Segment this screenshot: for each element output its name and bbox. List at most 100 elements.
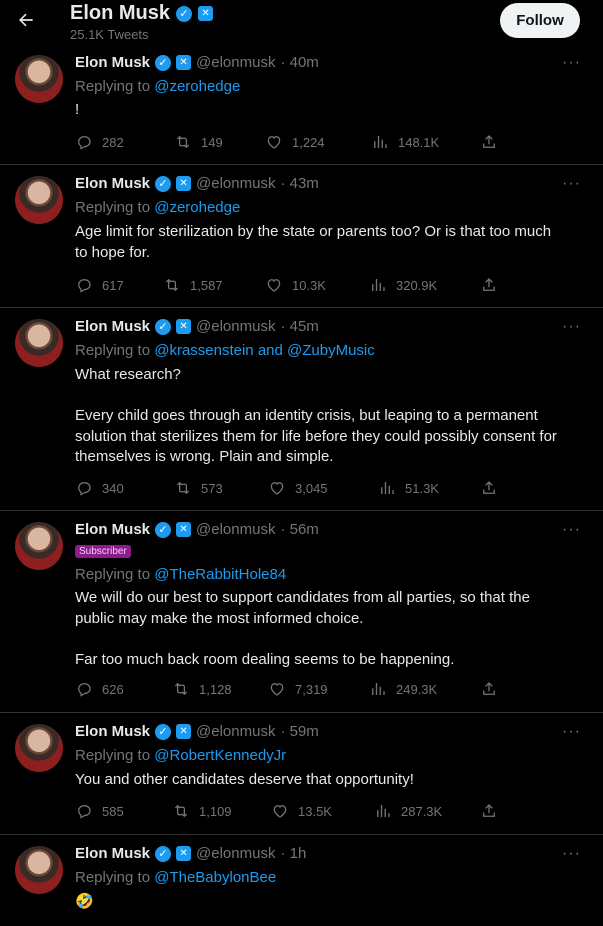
tweet-time[interactable]: · 43m xyxy=(280,175,318,192)
retweet-button[interactable]: 149 xyxy=(174,133,223,151)
avatar[interactable] xyxy=(15,522,63,570)
replying-to: Replying to @zerohedge xyxy=(75,78,240,95)
share-button[interactable] xyxy=(480,802,498,820)
author-handle[interactable]: @elonmusk xyxy=(196,723,275,740)
replying-to-link[interactable]: @zerohedge xyxy=(154,199,240,216)
heart-icon xyxy=(267,279,281,292)
retweet-count: 573 xyxy=(201,480,223,496)
replying-to: Replying to @zerohedge xyxy=(75,199,240,216)
author-name[interactable]: Elon Musk xyxy=(75,54,150,71)
replying-to-link[interactable]: @TheBabylonBee xyxy=(154,869,276,886)
tweet-meta: Elon Musk ✓ ✕ @elonmusk · 40m xyxy=(75,54,319,71)
like-count: 3,045 xyxy=(295,480,328,496)
arrow-left-icon[interactable] xyxy=(14,8,38,32)
author-handle[interactable]: @elonmusk xyxy=(196,54,275,71)
avatar[interactable] xyxy=(15,724,63,772)
share-button[interactable] xyxy=(480,276,498,294)
reply-icon xyxy=(78,482,91,496)
tweet-time[interactable]: · 56m xyxy=(280,521,318,538)
retweet-button[interactable]: 573 xyxy=(174,479,223,497)
more-icon[interactable]: ··· xyxy=(562,175,581,193)
views-button[interactable]: 51.3K xyxy=(378,479,439,497)
tweet-meta: Elon Musk ✓ ✕ @elonmusk · 45m xyxy=(75,318,319,335)
avatar[interactable] xyxy=(15,55,63,103)
views-button[interactable]: 148.1K xyxy=(371,133,439,151)
replying-to-link[interactable]: @zerohedge xyxy=(154,78,240,95)
views-button[interactable]: 287.3K xyxy=(374,802,442,820)
heart-icon xyxy=(267,136,281,149)
replying-to-link[interactable]: @TheRabbitHole84 xyxy=(154,566,286,583)
author-name[interactable]: Elon Musk xyxy=(75,175,150,192)
subscriber-badge: Subscriber xyxy=(75,545,131,558)
author-handle[interactable]: @elonmusk xyxy=(196,175,275,192)
like-count: 13.5K xyxy=(298,803,332,819)
tweet-text: We will do our best to support candidate… xyxy=(75,589,530,668)
retweet-button[interactable]: 1,128 xyxy=(172,680,232,698)
profile-title: Elon Musk ✓ ✕ xyxy=(70,2,214,25)
tweet-actions: 626 1,128 7,319 249.3K xyxy=(75,680,515,700)
tweet-time[interactable]: · 45m xyxy=(280,318,318,335)
tweet-text: Age limit for sterilization by the state… xyxy=(75,223,552,261)
like-button[interactable]: 10.3K xyxy=(265,276,326,294)
tweet-meta: Elon Musk ✓ ✕ @elonmusk · 43m xyxy=(75,175,319,192)
more-icon[interactable]: ··· xyxy=(562,521,581,539)
reply-button[interactable]: 617 xyxy=(75,276,124,294)
share-button[interactable] xyxy=(480,133,498,151)
reply-button[interactable]: 585 xyxy=(75,802,124,820)
reply-button[interactable]: 340 xyxy=(75,479,124,497)
author-name[interactable]: Elon Musk xyxy=(75,318,150,335)
like-button[interactable]: 13.5K xyxy=(271,802,332,820)
tweet[interactable]: Elon Musk ✓ ✕ @elonmusk · 56m ··· Subscr… xyxy=(0,511,603,713)
share-button[interactable] xyxy=(480,479,498,497)
tweet[interactable]: Elon Musk ✓ ✕ @elonmusk · 43m ··· Replyi… xyxy=(0,165,603,308)
author-name[interactable]: Elon Musk xyxy=(75,723,150,740)
more-icon[interactable]: ··· xyxy=(562,54,581,72)
replying-label: Replying to xyxy=(75,869,151,886)
author-handle[interactable]: @elonmusk xyxy=(196,318,275,335)
like-button[interactable]: 1,224 xyxy=(265,133,325,151)
author-handle[interactable]: @elonmusk xyxy=(196,845,275,862)
tweet[interactable]: Elon Musk ✓ ✕ @elonmusk · 59m ··· Replyi… xyxy=(0,713,603,835)
share-button[interactable] xyxy=(480,680,498,698)
tweet[interactable]: Elon Musk ✓ ✕ @elonmusk · 1h ··· Replyin… xyxy=(0,835,603,926)
like-count: 1,224 xyxy=(292,134,325,150)
tweet[interactable]: Elon Musk ✓ ✕ @elonmusk · 45m ··· Replyi… xyxy=(0,308,603,511)
author-handle[interactable]: @elonmusk xyxy=(196,521,275,538)
views-button[interactable]: 320.9K xyxy=(369,276,437,294)
views-icon xyxy=(372,279,385,291)
tweet-text: What research? Every child goes through … xyxy=(75,366,557,465)
avatar[interactable] xyxy=(15,176,63,224)
like-button[interactable]: 3,045 xyxy=(268,479,328,497)
more-icon[interactable]: ··· xyxy=(562,723,581,741)
reply-button[interactable]: 626 xyxy=(75,680,124,698)
avatar[interactable] xyxy=(15,319,63,367)
retweet-button[interactable]: 1,109 xyxy=(172,802,232,820)
replying-to-link[interactable]: @RobertKennedyJr xyxy=(154,747,286,764)
author-name[interactable]: Elon Musk xyxy=(75,521,150,538)
more-icon[interactable]: ··· xyxy=(562,845,581,863)
view-count: 51.3K xyxy=(405,480,439,496)
view-count: 148.1K xyxy=(398,134,440,150)
follow-button[interactable]: Follow xyxy=(500,3,580,38)
author-name[interactable]: Elon Musk xyxy=(75,845,150,862)
x-affiliate-icon: ✕ xyxy=(176,846,192,861)
retweet-button[interactable]: 1,587 xyxy=(163,276,223,294)
reply-count: 585 xyxy=(102,803,124,819)
reply-icon xyxy=(78,136,91,150)
views-button[interactable]: 249.3K xyxy=(369,680,437,698)
more-icon[interactable]: ··· xyxy=(562,318,581,336)
reply-button[interactable]: 282 xyxy=(75,133,124,151)
like-button[interactable]: 7,319 xyxy=(268,680,328,698)
tweet-time[interactable]: · 1h xyxy=(280,845,306,862)
x-affiliate-icon: ✕ xyxy=(176,55,192,70)
tweet[interactable]: Elon Musk ✓ ✕ @elonmusk · 40m ··· Replyi… xyxy=(0,44,603,165)
tweet-time[interactable]: · 40m xyxy=(280,54,318,71)
avatar[interactable] xyxy=(15,846,63,894)
tweet-time[interactable]: · 59m xyxy=(280,723,318,740)
replying-label: Replying to xyxy=(75,78,151,95)
verified-badge-icon: ✓ xyxy=(155,521,172,538)
reply-count: 340 xyxy=(102,480,124,496)
replying-to-link[interactable]: @krassenstein and @ZubyMusic xyxy=(154,342,375,359)
reply-count: 282 xyxy=(102,134,124,150)
retweet-icon xyxy=(165,278,179,292)
